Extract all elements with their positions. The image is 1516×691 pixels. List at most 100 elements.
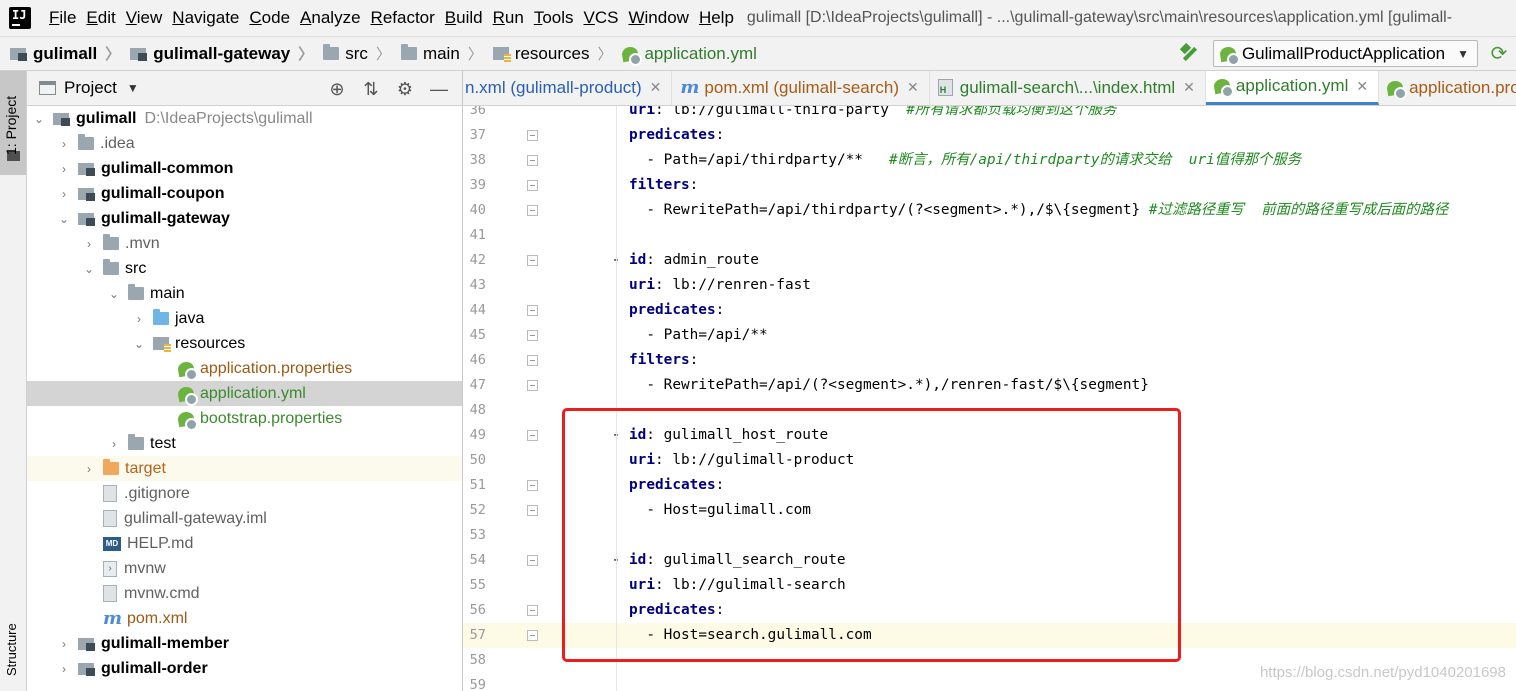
tree-item-application-properties[interactable]: ›application.properties: [27, 356, 462, 381]
code-line[interactable]: 37 predicates:: [463, 123, 1516, 148]
breadcrumb-src[interactable]: src 〉: [323, 43, 391, 64]
tree-item-gateway-iml[interactable]: ›gulimall-gateway.iml: [27, 506, 462, 531]
fold-marker-icon[interactable]: [527, 505, 538, 516]
menu-navigate[interactable]: Navigate: [167, 8, 244, 28]
menu-refactor[interactable]: Refactor: [366, 8, 440, 28]
tree-item-gulimall[interactable]: ⌄ gulimall D:\IdeaProjects\gulimall: [27, 106, 462, 131]
fold-marker-icon[interactable]: [527, 480, 538, 491]
chevron-down-icon[interactable]: ⌄: [56, 212, 72, 226]
tab-application-properties[interactable]: application.prope: [1379, 71, 1516, 105]
tab-index-html[interactable]: gulimall-search\...\index.html ✕: [930, 71, 1206, 105]
tree-item-java[interactable]: › java: [27, 306, 462, 331]
chevron-right-icon[interactable]: ›: [56, 187, 72, 201]
code-line[interactable]: 42 - id: admin_route: [463, 248, 1516, 273]
chevron-right-icon[interactable]: ›: [56, 662, 72, 676]
tree-item-gulimall-gateway[interactable]: ⌄ gulimall-gateway: [27, 206, 462, 231]
fold-marker-icon[interactable]: [527, 305, 538, 316]
menu-code[interactable]: Code: [244, 8, 295, 28]
code-line[interactable]: 46 filters:: [463, 348, 1516, 373]
fold-marker-icon[interactable]: [527, 180, 538, 191]
tree-item-application-yml[interactable]: ›application.yml: [27, 381, 462, 406]
menu-view[interactable]: View: [121, 8, 168, 28]
chevron-down-icon[interactable]: ▼: [127, 81, 139, 95]
tree-item-mvnw[interactable]: ››mvnw: [27, 556, 462, 581]
menu-analyze[interactable]: Analyze: [295, 8, 365, 28]
chevron-right-icon[interactable]: ›: [131, 312, 147, 326]
fold-marker-icon[interactable]: [527, 430, 538, 441]
fold-marker-icon[interactable]: [527, 330, 538, 341]
tab-pom-search[interactable]: m pom.xml (gulimall-search) ✕: [672, 71, 930, 105]
code-line[interactable]: 40 - RewritePath=/api/thirdparty/(?<segme…: [463, 198, 1516, 223]
tree-item-src[interactable]: ⌄ src: [27, 256, 462, 281]
chevron-right-icon[interactable]: ›: [81, 237, 97, 251]
code-line[interactable]: 43 uri: lb://renren-fast: [463, 273, 1516, 298]
menu-edit[interactable]: Edit: [81, 8, 120, 28]
code-line[interactable]: 41: [463, 223, 1516, 248]
code-line[interactable]: 36 uri: lb://gulimall-third-party #所有请求都负…: [463, 106, 1516, 123]
menu-help[interactable]: Help: [694, 8, 739, 28]
chevron-down-icon[interactable]: ⌄: [131, 337, 147, 351]
breadcrumb-main[interactable]: main 〉: [400, 43, 483, 64]
project-tool-window-button[interactable]: 1: Project: [0, 71, 26, 175]
fold-marker-icon[interactable]: [527, 630, 538, 641]
structure-tool-window-button[interactable]: Structure: [4, 623, 19, 676]
menu-tools[interactable]: Tools: [529, 8, 579, 28]
fold-marker-icon[interactable]: [527, 205, 538, 216]
menu-file[interactable]: File: [44, 8, 81, 28]
tree-item-test[interactable]: › test: [27, 431, 462, 456]
code-line[interactable]: 39 filters:: [463, 173, 1516, 198]
tree-item-gulimall-common[interactable]: › gulimall-common: [27, 156, 462, 181]
breadcrumb-resources[interactable]: resources 〉: [492, 43, 612, 64]
code-line[interactable]: 47 - RewritePath=/api/(?<segment>.*),/ren…: [463, 373, 1516, 398]
fold-marker-icon[interactable]: [527, 605, 538, 616]
rerun-icon[interactable]: ⟳: [1488, 43, 1510, 65]
chevron-right-icon[interactable]: ›: [56, 637, 72, 651]
breadcrumb-application-yml[interactable]: application.yml: [622, 44, 757, 66]
chevron-down-icon[interactable]: ⌄: [106, 287, 122, 301]
project-panel-title[interactable]: Project: [64, 78, 117, 98]
fold-marker-icon[interactable]: [527, 555, 538, 566]
breadcrumb-gulimall-gateway[interactable]: gulimall-gateway 〉: [130, 43, 313, 64]
tree-item-gulimall-order[interactable]: › gulimall-order: [27, 656, 462, 681]
tree-item-target[interactable]: › target: [27, 456, 462, 481]
chevron-right-icon[interactable]: ›: [56, 137, 72, 151]
fold-marker-icon[interactable]: [527, 155, 538, 166]
tree-item-resources[interactable]: ⌄ resources: [27, 331, 462, 356]
chevron-right-icon[interactable]: ›: [56, 162, 72, 176]
chevron-right-icon[interactable]: ›: [81, 462, 97, 476]
hide-minimize-icon[interactable]: —: [428, 78, 450, 100]
code-line[interactable]: 44 predicates:: [463, 298, 1516, 323]
fold-marker-icon[interactable]: [527, 130, 538, 141]
tree-item-main[interactable]: ⌄ main: [27, 281, 462, 306]
tree-item-gulimall-member[interactable]: › gulimall-member: [27, 631, 462, 656]
menu-build[interactable]: Build: [440, 8, 488, 28]
tree-item-help-md[interactable]: ›MDHELP.md: [27, 531, 462, 556]
code-line[interactable]: 38 - Path=/api/thirdparty/** #断言，所有/api/t…: [463, 148, 1516, 173]
code-line[interactable]: 45 - Path=/api/**: [463, 323, 1516, 348]
tree-item-gulimall-coupon[interactable]: › gulimall-coupon: [27, 181, 462, 206]
collapse-all-icon[interactable]: ⇅: [360, 78, 382, 100]
chevron-right-icon[interactable]: ›: [106, 437, 122, 451]
fold-marker-icon[interactable]: [527, 255, 538, 266]
tree-item-mvnw-cmd[interactable]: ›mvnw.cmd: [27, 581, 462, 606]
tree-item-idea[interactable]: › .idea: [27, 131, 462, 156]
tree-item-gitignore[interactable]: ›.gitignore: [27, 481, 462, 506]
gear-icon[interactable]: ⚙: [394, 78, 416, 100]
tree-item-mvn[interactable]: › .mvn: [27, 231, 462, 256]
tab-application-yml[interactable]: application.yml ✕: [1205, 71, 1380, 105]
fold-marker-icon[interactable]: [527, 355, 538, 366]
tree-item-pom-xml[interactable]: ›mpom.xml: [27, 606, 462, 631]
menu-run[interactable]: Run: [488, 8, 529, 28]
menu-vcs[interactable]: VCS: [579, 8, 624, 28]
tree-item-bootstrap-properties[interactable]: ›bootstrap.properties: [27, 406, 462, 431]
chevron-down-icon[interactable]: ⌄: [81, 262, 97, 276]
close-icon[interactable]: ✕: [1356, 78, 1368, 95]
menu-window[interactable]: Window: [623, 8, 693, 28]
build-hammer-icon[interactable]: [1179, 43, 1201, 65]
breadcrumb-gulimall[interactable]: gulimall 〉: [10, 43, 120, 64]
close-icon[interactable]: ✕: [1183, 79, 1195, 96]
tab-pom-product[interactable]: n.xml (gulimall-product) ✕: [463, 71, 673, 105]
close-icon[interactable]: ✕: [650, 79, 662, 96]
code-area[interactable]: 36 uri: lb://gulimall-third-party #所有请求都负…: [463, 106, 1516, 691]
chevron-down-icon[interactable]: ⌄: [31, 112, 47, 126]
